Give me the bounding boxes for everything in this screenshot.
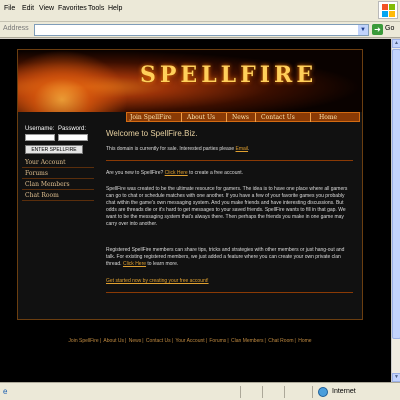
new-user-text: Are you new to SpellFire? Click Here to … (106, 170, 244, 176)
side-item-forums[interactable]: Forums (22, 169, 94, 179)
footer-link-account[interactable]: Your Account (175, 338, 204, 344)
password-input[interactable] (58, 134, 88, 141)
footer-link-home[interactable]: Home (298, 338, 311, 344)
nav-join[interactable]: Join SpellFire (130, 114, 172, 121)
divider (106, 160, 353, 161)
scroll-down-icon[interactable]: ▼ (392, 373, 400, 382)
clan-thread-link[interactable]: Click Here (123, 261, 146, 267)
menu-file[interactable]: File (4, 5, 15, 12)
nav-contact[interactable]: Contact Us (261, 114, 295, 121)
menu-edit[interactable]: Edit (22, 5, 34, 12)
internet-globe-icon (318, 387, 328, 397)
intro-paragraph: SpellFire was created to be the ultimate… (106, 186, 348, 227)
footer-link-news[interactable]: News (129, 338, 142, 344)
menu-tools[interactable]: Tools (88, 5, 104, 12)
page-viewport: SPELLFIRE Join SpellFire About Us News C… (0, 39, 400, 382)
get-started-link[interactable]: Get started now by creating your free ac… (106, 278, 209, 285)
address-label: Address (3, 25, 29, 32)
footer-link-contact[interactable]: Contact Us (146, 338, 171, 344)
footer-link-forums[interactable]: Forums (209, 338, 226, 344)
footer-link-join[interactable]: Join SpellFire (68, 338, 98, 344)
password-label: Password: (58, 126, 87, 132)
side-item-your-account[interactable]: Your Account (22, 158, 94, 168)
security-zone-label: Internet (332, 388, 356, 395)
site-logo: SPELLFIRE (140, 62, 318, 88)
address-dropdown-icon[interactable]: ▼ (358, 25, 368, 35)
page-done-icon: e (3, 387, 8, 396)
username-input[interactable] (25, 134, 55, 141)
menu-favorites[interactable]: Favorites (58, 5, 87, 12)
site-frame: SPELLFIRE Join SpellFire About Us News C… (17, 49, 363, 320)
scroll-thumb[interactable] (392, 49, 400, 339)
dragon-artwork (18, 50, 128, 112)
nav-news[interactable]: News (232, 114, 249, 121)
side-item-clan-members[interactable]: Clan Members (22, 180, 94, 190)
menu-bar: File Edit View Favorites Tools Help (0, 0, 400, 22)
enter-spellfire-button[interactable]: ENTER SPELLFIRE (25, 145, 83, 154)
footer-nav: Join SpellFire| About Us| News| Contact … (68, 338, 312, 344)
nav-about[interactable]: About Us (187, 114, 215, 121)
footer-link-about[interactable]: About Us (103, 338, 124, 344)
email-link[interactable]: Email (236, 146, 249, 152)
side-item-chat-room[interactable]: Chat Room (22, 191, 94, 201)
footer-link-clan[interactable]: Clan Members (231, 338, 264, 344)
windows-logo-icon (378, 1, 398, 19)
scroll-up-icon[interactable]: ▲ (392, 39, 400, 48)
sale-notice: This domain is currently for sale. Inter… (106, 146, 250, 152)
vertical-scrollbar[interactable]: ▲ ▼ (391, 39, 400, 382)
site-banner: SPELLFIRE (18, 50, 362, 112)
menu-view[interactable]: View (39, 5, 54, 12)
go-button[interactable]: ➜ Go (372, 24, 398, 36)
members-paragraph: Registered SpellFire members can share t… (106, 247, 345, 267)
go-arrow-icon: ➜ (372, 24, 383, 35)
address-bar: Address ▼ ➜ Go (0, 22, 400, 38)
menu-help[interactable]: Help (108, 5, 122, 12)
status-bar: e Internet (0, 382, 400, 400)
address-input[interactable]: ▼ (34, 24, 369, 36)
divider (106, 292, 353, 293)
top-nav: Join SpellFire About Us News Contact Us … (126, 112, 360, 122)
username-label: Username: (25, 126, 55, 132)
page-title: Welcome to SpellFire.Biz. (106, 129, 198, 138)
create-account-link[interactable]: Click Here (165, 170, 188, 176)
footer-link-chat[interactable]: Chat Room (268, 338, 293, 344)
nav-home[interactable]: Home (319, 114, 337, 121)
